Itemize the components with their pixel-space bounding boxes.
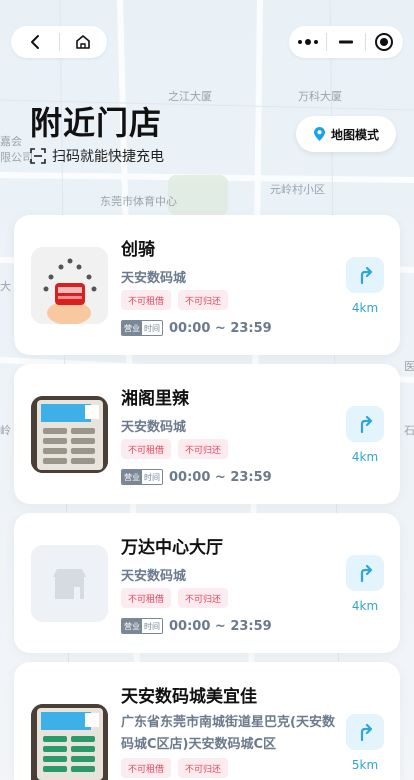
hours-text: 00:00 ~ 23:59 — [169, 618, 272, 634]
scan-icon — [30, 148, 46, 164]
hours-badge-label: 时间 — [142, 321, 162, 335]
more-dots-icon — [297, 39, 318, 45]
map-label: 东莞市体育中心 — [100, 195, 177, 208]
home-icon — [76, 35, 91, 49]
store-name: 天安数码城美宜佳 — [121, 687, 257, 707]
back-button[interactable] — [11, 26, 59, 58]
store-card[interactable]: 天安数码城美宜佳 广东省东莞市南城街道星巴克(天安数 码城C区店)天安数码城C区… — [14, 662, 400, 780]
shop-placeholder-icon — [31, 545, 108, 622]
store-name: 湘阁里辣 — [121, 389, 189, 409]
minus-icon — [338, 40, 353, 44]
hours-badge: 营业 时间 — [121, 618, 163, 634]
status-badge: 不可归还 — [178, 758, 229, 778]
page-title: 附近门店 — [30, 104, 163, 142]
tag-list: 不可租借 不可归还 — [121, 758, 229, 778]
map-label: 医 — [404, 360, 414, 373]
navigation-arrow-icon — [360, 415, 373, 434]
navigate-button[interactable] — [346, 257, 384, 293]
store-name: 万达中心大厅 — [121, 538, 223, 558]
store-card[interactable]: 湘阁里辣 天安数码城 不可租借 不可归还 营业 时间 00:00 ~ 23:59… — [14, 364, 400, 504]
hours-badge: 营业 时间 — [121, 469, 163, 485]
map-label: 限公司 — [0, 151, 33, 164]
scan-hint: 扫码就能快捷充电 — [30, 146, 164, 166]
business-hours: 营业 时间 00:00 ~ 23:59 — [121, 618, 272, 634]
business-hours: 营业 时间 00:00 ~ 23:59 — [121, 320, 272, 336]
status-badge: 不可归还 — [178, 588, 229, 608]
hours-badge-label: 营业 — [122, 321, 142, 335]
status-badge: 不可租借 — [121, 290, 172, 310]
navigate-button[interactable] — [346, 714, 384, 750]
tag-list: 不可租借 不可归还 — [121, 588, 229, 608]
navigation-arrow-icon — [360, 564, 373, 583]
store-logo — [31, 247, 108, 324]
hours-text: 00:00 ~ 23:59 — [169, 469, 272, 485]
miniprogram-capsule — [289, 26, 403, 58]
minimize-button[interactable] — [327, 26, 364, 58]
distance-label: 5km — [351, 758, 379, 772]
more-button[interactable] — [289, 26, 326, 58]
chevron-left-icon — [30, 35, 39, 49]
hours-badge: 营业 时间 — [121, 320, 163, 336]
home-button[interactable] — [60, 26, 108, 58]
close-button[interactable] — [366, 26, 403, 58]
status-badge: 不可租借 — [121, 588, 172, 608]
target-circle-icon — [375, 33, 394, 51]
map-label: 岭 — [0, 424, 11, 437]
store-card[interactable]: 创骑 天安数码城 不可租借 不可归还 营业 时间 00:00 ~ 23:59 4… — [14, 215, 400, 355]
hours-badge-label: 营业 — [122, 470, 142, 484]
store-address: 天安数码城 — [121, 569, 187, 584]
status-badge: 不可归还 — [178, 290, 229, 310]
map-mode-button[interactable]: 地图模式 — [296, 116, 396, 152]
tag-list: 不可租借 不可归还 — [121, 439, 229, 459]
distance-label: 4km — [351, 301, 379, 315]
store-address: 天安数码城 — [121, 420, 187, 435]
navigation-arrow-icon — [360, 266, 373, 285]
scan-hint-text: 扫码就能快捷充电 — [52, 149, 164, 165]
status-badge: 不可租借 — [121, 439, 172, 459]
store-photo — [31, 704, 108, 780]
hours-badge-label: 营业 — [122, 619, 142, 633]
tag-list: 不可租借 不可归还 — [121, 290, 229, 310]
store-address-line: 码城C区店)天安数码城C区 — [121, 737, 277, 752]
map-label: 元岭村小区 — [270, 183, 325, 196]
navigate-button[interactable] — [346, 555, 384, 591]
location-pin-icon — [313, 127, 325, 141]
hours-text: 00:00 ~ 23:59 — [169, 320, 272, 336]
store-card[interactable]: 万达中心大厅 天安数码城 不可租借 不可归还 营业 时间 00:00 ~ 23:… — [14, 513, 400, 653]
map-label: 万科大厦 — [298, 90, 342, 103]
hours-badge-label: 时间 — [142, 619, 162, 633]
hours-badge-label: 时间 — [142, 470, 162, 484]
nav-capsule — [11, 26, 107, 58]
status-badge: 不可租借 — [121, 758, 172, 778]
map-label: 石 — [404, 424, 414, 437]
navigation-arrow-icon — [360, 723, 373, 742]
store-address: 广东省东莞市南城街道星巴克(天安数 码城C区店)天安数码城C区 — [121, 712, 335, 756]
map-mode-label: 地图模式 — [330, 127, 379, 142]
map-label: 之江大厦 — [168, 90, 212, 103]
store-photo — [31, 396, 108, 473]
store-name: 创骑 — [121, 240, 155, 260]
distance-label: 4km — [351, 450, 379, 464]
business-hours: 营业 时间 00:00 ~ 23:59 — [121, 469, 272, 485]
store-address-line: 广东省东莞市南城街道星巴克(天安数 — [121, 715, 335, 730]
store-placeholder-image — [31, 545, 108, 622]
distance-label: 4km — [351, 599, 379, 613]
status-badge: 不可归还 — [178, 439, 229, 459]
navigate-button[interactable] — [346, 406, 384, 442]
store-address: 天安数码城 — [121, 271, 187, 286]
map-label: 大 — [0, 280, 11, 293]
map-label: 嘉会 — [0, 135, 22, 148]
